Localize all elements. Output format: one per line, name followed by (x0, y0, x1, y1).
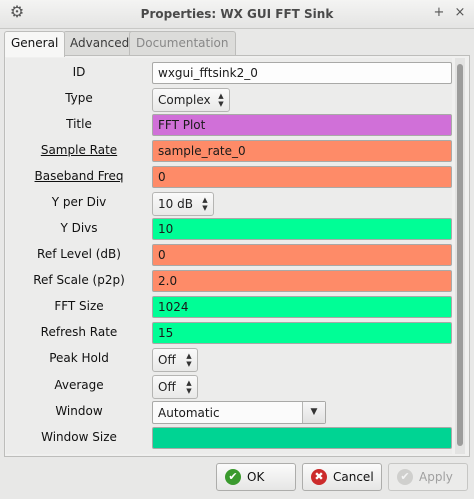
param-row-ref-level: Ref Level (dB) 0 (6, 242, 452, 268)
y-per-div-spinner[interactable]: 10 dB ▲ ▼ (152, 192, 214, 216)
dialog-button-bar: ✔ OK ✖ Cancel ✔ Apply (0, 460, 474, 499)
param-label: Y per Div (51, 195, 107, 209)
param-row-title: Title FFT Plot (6, 112, 452, 138)
spin-arrows-icon: ▲ ▼ (186, 379, 192, 395)
tab-general[interactable]: General (4, 31, 66, 57)
param-row-y-divs: Y Divs 10 (6, 216, 452, 242)
param-label: FFT Size (54, 299, 104, 313)
scrollbar-thumb[interactable] (457, 64, 463, 446)
ok-button[interactable]: ✔ OK (216, 463, 296, 491)
param-row-refresh-rate: Refresh Rate 15 (6, 320, 452, 346)
pin-button[interactable]: + (431, 5, 447, 21)
parameters-list: ID wxgui_fftsink2_0 Type Complex ▲ ▼ Titl… (6, 58, 452, 454)
chevron-down-icon[interactable]: ▼ (302, 402, 325, 423)
param-label: Type (65, 91, 93, 105)
param-row-fft-size: FFT Size 1024 (6, 294, 452, 320)
param-row-window: Window Automatic ▼ (6, 399, 452, 425)
spin-arrows-icon: ▲ ▼ (218, 92, 224, 108)
cancel-button[interactable]: ✖ Cancel (302, 463, 382, 491)
id-field[interactable]: wxgui_fftsink2_0 (152, 62, 452, 84)
type-value: Complex (158, 93, 211, 107)
spin-arrows-icon: ▲ ▼ (186, 352, 192, 368)
close-button[interactable]: × (452, 5, 468, 21)
check-icon: ✔ (397, 469, 413, 485)
ref-scale-field[interactable]: 2.0 (152, 270, 452, 292)
param-row-window-size: Window Size (6, 425, 452, 451)
param-label: Ref Level (dB) (37, 247, 121, 261)
param-row-peak-hold: Peak Hold Off ▲ ▼ (6, 346, 452, 372)
y-divs-field[interactable]: 10 (152, 218, 452, 240)
param-row-y-per-div: Y per Div 10 dB ▲ ▼ (6, 190, 452, 216)
param-label: Peak Hold (49, 351, 109, 365)
window-title: Properties: WX GUI FFT Sink (140, 7, 334, 21)
sample-rate-field[interactable]: sample_rate_0 (152, 140, 452, 162)
refresh-rate-field[interactable]: 15 (152, 322, 452, 344)
fft-size-field[interactable]: 1024 (152, 296, 452, 318)
peak-hold-value: Off (158, 353, 176, 367)
apply-button[interactable]: ✔ Apply (388, 463, 468, 491)
param-label: Window (55, 404, 103, 418)
peak-hold-spinner[interactable]: Off ▲ ▼ (152, 348, 198, 372)
window-combobox[interactable]: Automatic ▼ (152, 401, 326, 424)
param-row-baseband-freq: Baseband Freq 0 (6, 164, 452, 190)
param-label: Ref Scale (p2p) (33, 273, 125, 287)
y-per-div-value: 10 dB (158, 197, 193, 211)
vertical-scrollbar[interactable] (455, 58, 465, 454)
title-field[interactable]: FFT Plot (152, 114, 452, 136)
window-size-field[interactable] (152, 427, 452, 449)
baseband-freq-field[interactable]: 0 (152, 166, 452, 188)
param-label: Sample Rate (40, 143, 118, 157)
check-icon: ✔ (225, 469, 241, 485)
param-row-id: ID wxgui_fftsink2_0 (6, 60, 452, 86)
param-label: Y Divs (60, 221, 98, 235)
param-row-average: Average Off ▲ ▼ (6, 373, 452, 399)
param-label: Window Size (41, 430, 117, 444)
param-label: Baseband Freq (34, 169, 124, 183)
param-row-sample-rate: Sample Rate sample_rate_0 (6, 138, 452, 164)
param-label: Title (66, 117, 92, 131)
tab-documentation[interactable]: Documentation (129, 31, 236, 55)
param-label: Refresh Rate (40, 325, 118, 339)
param-row-type: Type Complex ▲ ▼ (6, 86, 452, 112)
cancel-icon: ✖ (311, 469, 327, 485)
spin-arrows-icon: ▲ ▼ (202, 196, 208, 212)
window-value: Automatic (158, 406, 220, 420)
ref-level-field[interactable]: 0 (152, 244, 452, 266)
type-spinner[interactable]: Complex ▲ ▼ (152, 88, 230, 112)
average-value: Off (158, 380, 176, 394)
average-spinner[interactable]: Off ▲ ▼ (152, 375, 198, 399)
param-label: ID (72, 65, 86, 79)
param-row-ref-scale: Ref Scale (p2p) 2.0 (6, 268, 452, 294)
tab-advanced[interactable]: Advanced (63, 31, 137, 55)
title-bar: ⚙ Properties: WX GUI FFT Sink + × (0, 0, 474, 29)
param-label: Average (54, 378, 104, 392)
